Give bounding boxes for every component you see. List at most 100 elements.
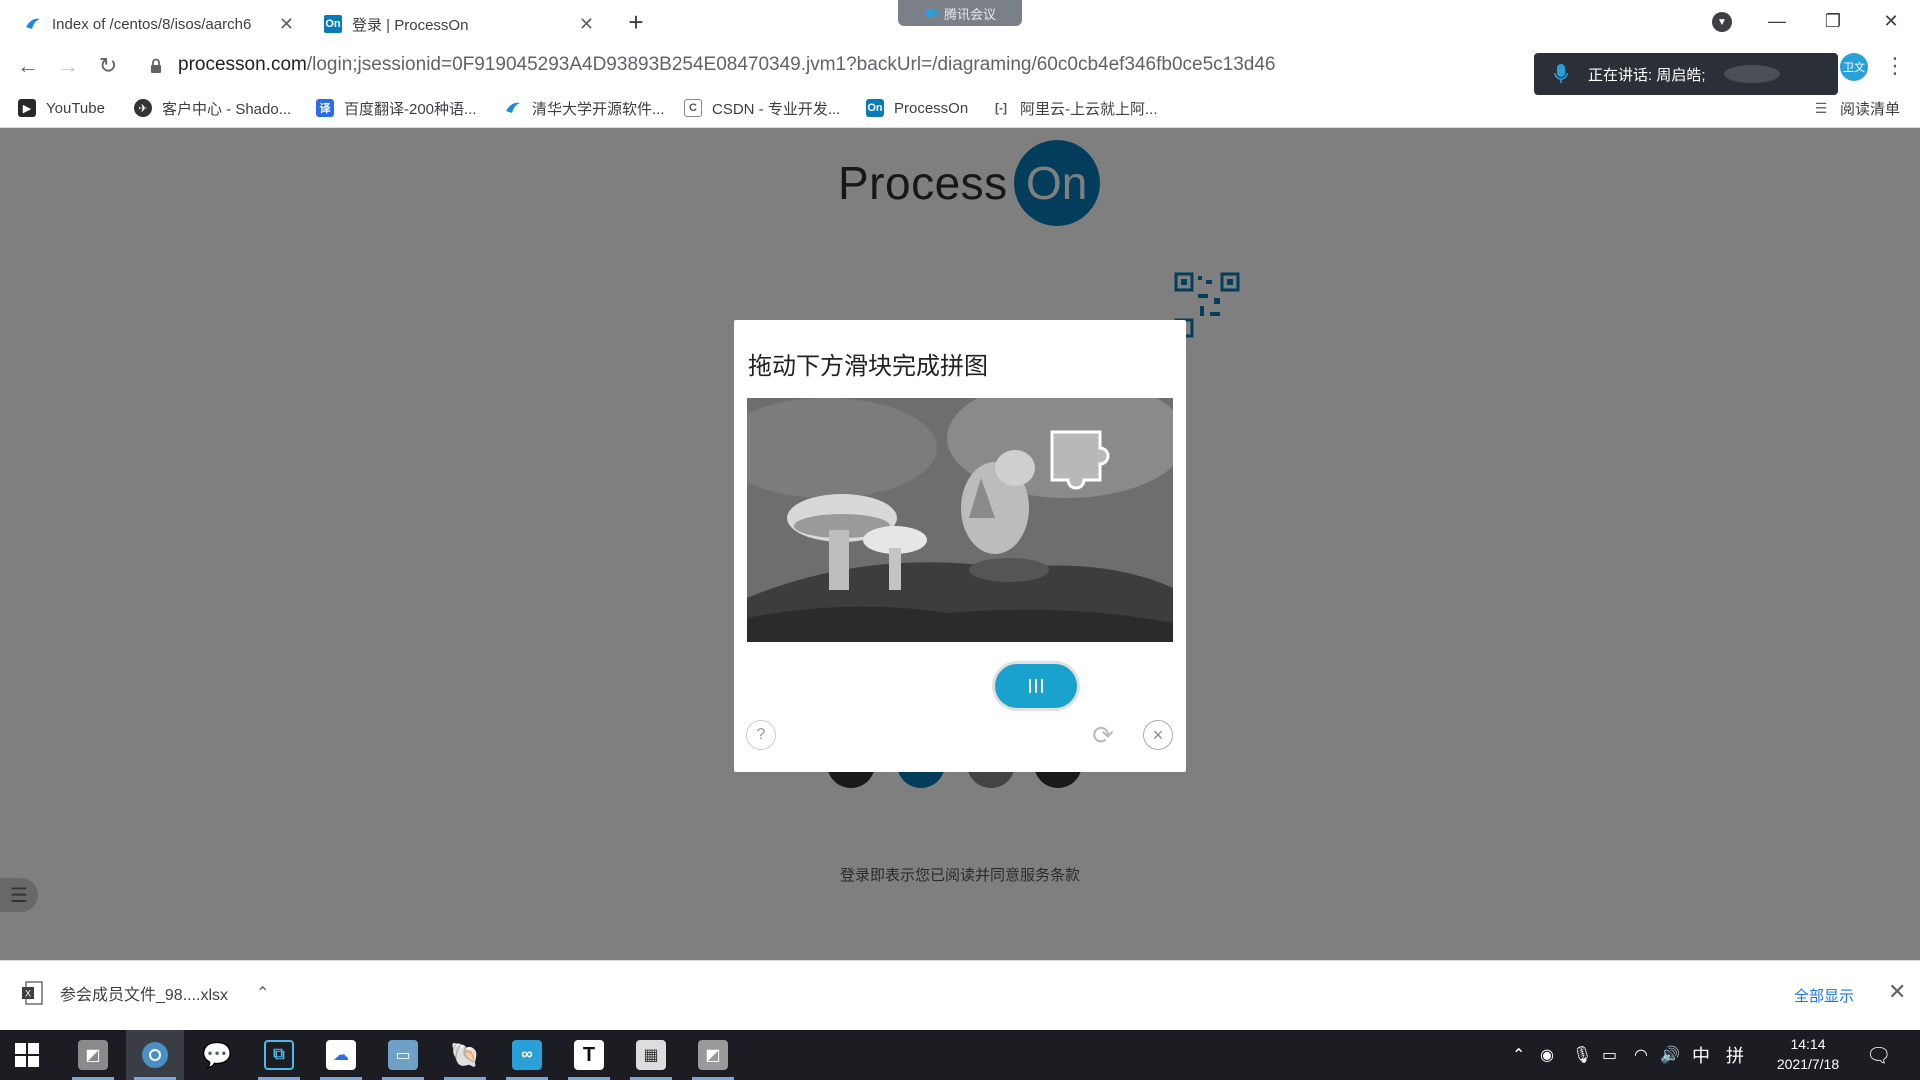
browser-menu-icon[interactable]: ⋮ (1880, 50, 1910, 82)
captcha-close-icon[interactable]: × (1143, 720, 1173, 750)
shell-icon: 🐚 (450, 1041, 480, 1069)
close-window-button[interactable]: ✕ (1866, 4, 1916, 38)
taskbar-app-screenshot[interactable]: ◩ (64, 1030, 122, 1080)
bookmark-tuna[interactable]: 清华大学开源软件... (504, 96, 665, 120)
reading-list-icon: ☰ (1814, 99, 1828, 116)
taskbar-app-tencent-meeting[interactable]: ∞ (498, 1030, 556, 1080)
tray-mic-icon[interactable]: 🎙 (1572, 1030, 1592, 1080)
tab-title: 登录 | ProcessOn (352, 16, 469, 34)
processon-icon: On (866, 99, 884, 117)
speaker-avatar[interactable]: 卫文 (1840, 53, 1868, 81)
drag-handle-icon (1029, 679, 1043, 693)
download-file-name: 参会成员文件_98....xlsx (60, 987, 229, 1004)
windows-start-icon[interactable] (14, 1042, 40, 1068)
image-viewer-icon: ▦ (636, 1040, 666, 1070)
tab-title: Index of /centos/8/isos/aarch6 (52, 15, 252, 33)
bookmark-label: 客户中心 - Shado... (162, 100, 292, 118)
tencent-meeting-icon: ∞ (512, 1040, 542, 1070)
lock-icon[interactable] (150, 58, 162, 74)
close-download-bar-icon[interactable]: ✕ (1888, 979, 1906, 1005)
download-bar: X 参会成员文件_98....xlsx ⌃ 全部显示 ✕ (0, 960, 1920, 1030)
new-tab-button[interactable]: + (620, 6, 652, 38)
taskbar-app-wechat[interactable]: 💬 (188, 1030, 246, 1080)
tray-volume-icon[interactable]: 🔊 (1660, 1030, 1680, 1080)
url-host: processon.com (178, 54, 307, 75)
windows-taskbar: ◩ 💬 ⧉ ☁ ▭ 🐚 ∞ T ▦ ◩ ⌃ ◉ 🎙 ▭ ◠ 🔊 中 拼 14:1… (0, 1030, 1920, 1080)
tray-camera-icon[interactable]: ◉ (1540, 1030, 1554, 1080)
tab-close-icon[interactable]: ✕ (279, 14, 294, 35)
cloud-drive-icon: ☁ (326, 1040, 356, 1070)
taskbar-app-baidu-netdisk[interactable]: ☁ (312, 1030, 370, 1080)
tab-close-icon[interactable]: ✕ (579, 14, 594, 35)
reload-button[interactable]: ↻ (92, 50, 124, 82)
reading-list[interactable]: ☰ 阅读清单 (1812, 96, 1900, 120)
bookmark-youtube[interactable]: ▶ YouTube (18, 96, 105, 120)
taskbar-app-remote[interactable]: ⧉ (250, 1030, 308, 1080)
slider-track (747, 664, 1173, 708)
tuna-favicon-icon (24, 15, 42, 33)
voice-wave-icon (1724, 65, 1780, 83)
bookmark-processon[interactable]: On ProcessOn (866, 96, 968, 120)
reading-list-label: 阅读清单 (1840, 100, 1901, 118)
bookmark-label: CSDN - 专业开发... (712, 100, 841, 118)
taskbar-app-image-viewer[interactable]: ▦ (622, 1030, 680, 1080)
back-button[interactable]: ← (12, 50, 44, 82)
url-path: /login;jsessionid=0F919045293A4D93893B25… (306, 54, 1276, 75)
forward-button[interactable]: → (52, 50, 84, 82)
tab-processon-login[interactable]: On 登录 | ProcessOn ✕ (310, 4, 600, 44)
taskbar-app-shell[interactable]: 🐚 (436, 1030, 494, 1080)
folder-icon: ▭ (388, 1040, 418, 1070)
chrome-icon (142, 1042, 168, 1068)
browser-tab-strip: Index of /centos/8/isos/aarch6 ✕ On 登录 |… (0, 0, 1920, 44)
csdn-icon: C (684, 99, 702, 117)
profile-icon[interactable]: ▼ (1712, 12, 1732, 32)
tray-battery-icon[interactable]: ▭ (1602, 1030, 1617, 1080)
login-page: Process On 登录即表示您已阅读并同意服务条款 ☰ 拖动下方滑块完成拼图 (0, 128, 1920, 960)
meeting-icon (924, 9, 939, 17)
taskbar-app-typora[interactable]: T (560, 1030, 618, 1080)
bookmark-shadowsocks[interactable]: ✈ 客户中心 - Shado... (134, 96, 291, 120)
slider-captcha-dialog: 拖动下方滑块完成拼图 ? ⟳ × (734, 320, 1186, 772)
restore-button[interactable]: ❐ (1808, 4, 1858, 38)
bookmark-label: 百度翻译-200种语... (344, 100, 477, 118)
tray-overflow-icon[interactable]: ⌃ (1512, 1030, 1525, 1080)
taskbar-app-file-explorer[interactable]: ▭ (374, 1030, 432, 1080)
tuna-icon (504, 99, 522, 117)
bookmark-baidu-translate[interactable]: 译 百度翻译-200种语... (316, 96, 477, 120)
notification-icon[interactable]: 🗨 (1866, 1030, 1891, 1080)
chevron-up-icon[interactable]: ⌃ (256, 983, 269, 1003)
bookmark-csdn[interactable]: C CSDN - 专业开发... (684, 96, 840, 120)
processon-favicon-icon: On (324, 15, 342, 33)
bookmark-label: 阿里云-上云就上阿... (1020, 100, 1158, 118)
bookmark-aliyun[interactable]: [-] 阿里云-上云就上阿... (992, 96, 1158, 120)
minimize-button[interactable]: — (1752, 4, 1802, 38)
tab-centos-index[interactable]: Index of /centos/8/isos/aarch6 ✕ (10, 4, 300, 44)
ime-language[interactable]: 中 (1692, 1030, 1710, 1080)
download-item[interactable]: X 参会成员文件_98....xlsx (22, 981, 228, 1005)
address-bar[interactable]: processon.com/login;jsessionid=0F9190452… (178, 54, 1276, 76)
clock-date: 2021/7/18 (1776, 1056, 1840, 1072)
clock-time: 14:14 (1790, 1036, 1826, 1052)
speaking-label: 正在讲话: 周启皓; (1588, 66, 1706, 84)
screenshot-app-icon: ◩ (78, 1040, 108, 1070)
chipmunk-mushroom-picture (747, 398, 1173, 642)
meeting-label: 腾讯会议 (943, 6, 996, 22)
taskbar-app-snipping[interactable]: ◩ (684, 1030, 742, 1080)
taskbar-app-chrome[interactable] (126, 1030, 184, 1080)
captcha-help-icon[interactable]: ? (746, 720, 776, 750)
bookmark-label: YouTube (46, 99, 105, 117)
captcha-title: 拖动下方滑块完成拼图 (748, 353, 988, 380)
meeting-indicator[interactable]: 腾讯会议 (898, 0, 1022, 26)
tray-wifi-icon[interactable]: ◠ (1634, 1030, 1648, 1080)
snipping-icon: ◩ (698, 1040, 728, 1070)
svg-text:X: X (25, 989, 31, 999)
youtube-icon: ▶ (18, 99, 36, 117)
typora-icon: T (574, 1040, 604, 1070)
captcha-puzzle-image (747, 398, 1173, 642)
slider-handle[interactable] (995, 664, 1077, 708)
ime-mode[interactable]: 拼 (1726, 1030, 1744, 1080)
system-clock[interactable]: 14:14 2021/7/18 (1760, 1034, 1856, 1074)
captcha-refresh-icon[interactable]: ⟳ (1088, 720, 1118, 750)
show-all-downloads-link[interactable]: 全部显示 (1794, 985, 1854, 1006)
bookmark-label: ProcessOn (894, 99, 969, 117)
